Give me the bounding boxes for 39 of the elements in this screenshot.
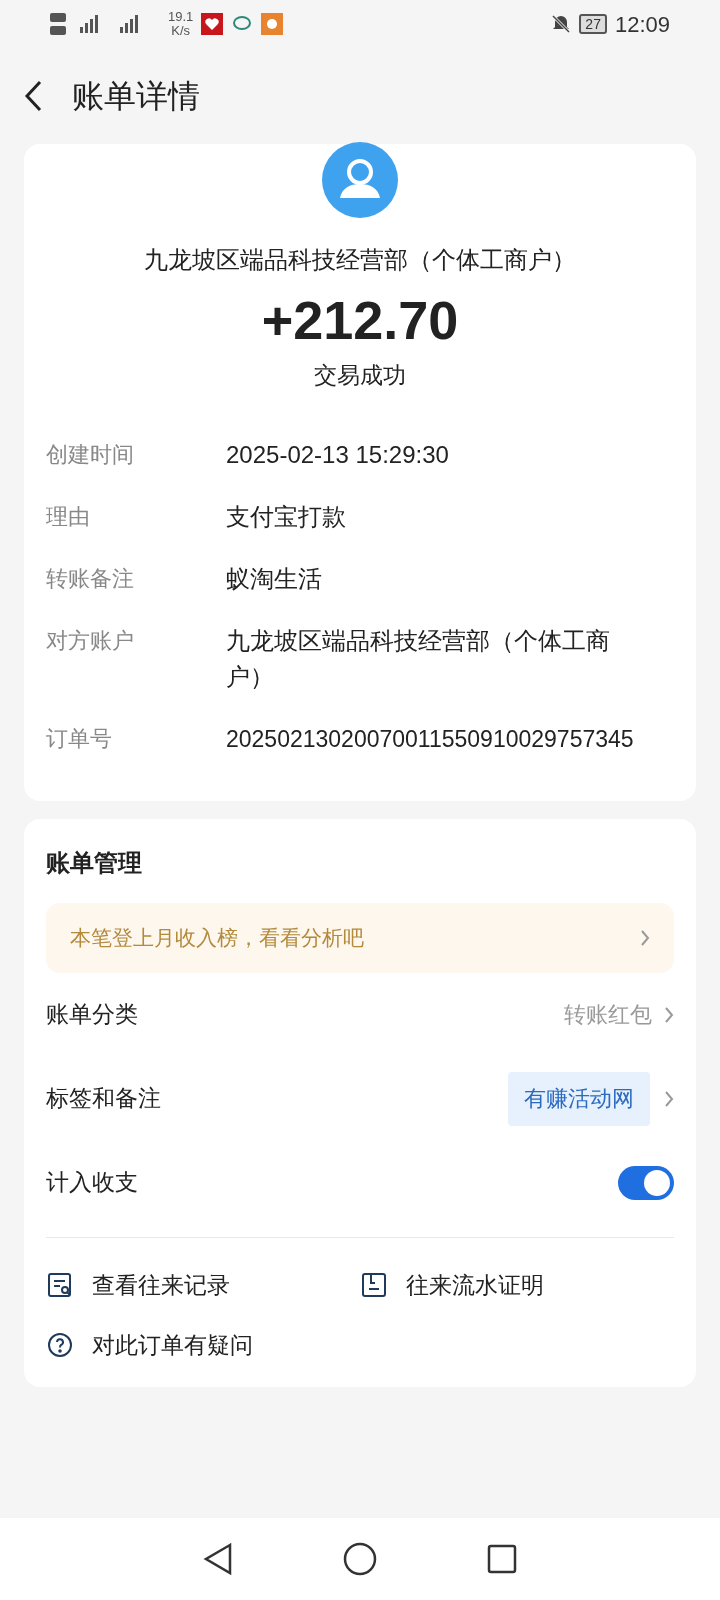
detail-label: 对方账户 — [46, 626, 135, 655]
clock: 12:09 — [614, 10, 670, 39]
transaction-status: 交易成功 — [314, 361, 406, 390]
chevron-icon — [640, 928, 650, 947]
app-icon — [201, 13, 224, 35]
app-icon — [261, 13, 284, 35]
counterparty-name: 九龙坡区端品科技经营部（个体工商户） — [144, 245, 576, 275]
toggle-switch[interactable] — [618, 1165, 674, 1200]
speed-unit: K/s — [171, 24, 191, 38]
detail-value: 支付宝打款 — [226, 501, 347, 532]
detail-value: 2025-02-13 15:29:30 — [226, 439, 450, 470]
detail-label: 订单号 — [46, 724, 113, 753]
tag-chip[interactable]: 有赚活动网 — [508, 1071, 650, 1126]
battery-level: 27 — [579, 14, 607, 34]
detail-label: 转账备注 — [46, 564, 135, 593]
detail-label: 理由 — [46, 502, 91, 531]
detail-value: 蚁淘生活 — [226, 563, 323, 594]
document-search-icon — [46, 1270, 74, 1299]
chevron-icon — [664, 1089, 674, 1108]
network-speed: 19.1 — [168, 10, 194, 24]
amount: +212.70 — [261, 289, 459, 352]
action-link[interactable]: 查看往来记录 — [46, 1267, 360, 1302]
chevron-icon — [664, 1005, 674, 1024]
home-icon[interactable] — [343, 1542, 377, 1576]
detail-label: 创建时间 — [46, 440, 135, 469]
recents-icon[interactable] — [487, 1544, 517, 1574]
back-icon[interactable] — [203, 1542, 233, 1576]
detail-value: 九龙坡区端品科技经营部（个体工商户） — [226, 625, 611, 692]
action-link[interactable]: 往来流水证明 — [360, 1267, 674, 1302]
row-label: 标签和备注 — [46, 1084, 161, 1114]
question-icon — [46, 1331, 74, 1360]
row-label: 账单分类 — [46, 1000, 138, 1030]
mute-bell-icon — [551, 14, 572, 34]
detail-value: 20250213020070011550910029757345 — [226, 724, 634, 754]
document-icon — [360, 1270, 388, 1299]
row-label: 计入收支 — [46, 1168, 138, 1198]
action-link[interactable]: 对此订单有疑问 — [46, 1328, 360, 1363]
section-title: 账单管理 — [46, 847, 143, 878]
page-title: 账单详情 — [72, 77, 200, 116]
